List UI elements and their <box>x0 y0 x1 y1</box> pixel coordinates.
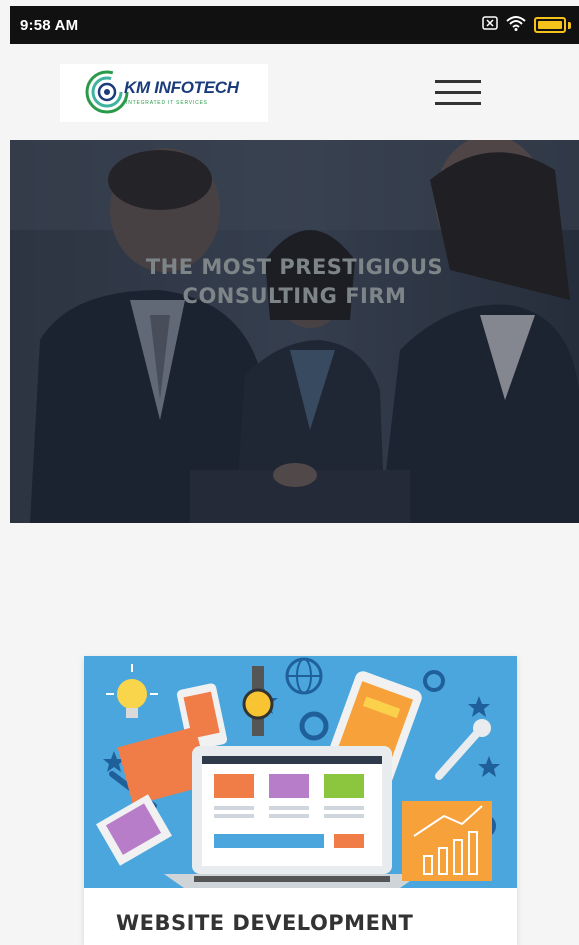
status-icons <box>482 15 571 36</box>
hero-title-line2: CONSULTING FIRM <box>182 284 407 308</box>
hamburger-menu-icon[interactable] <box>435 80 485 112</box>
service-title: WEBSITE DEVELOPMENT <box>116 911 414 935</box>
site-logo[interactable]: KM INFOTECH INTEGRATED IT SERVICES <box>60 64 268 122</box>
website-development-illustration <box>84 656 517 888</box>
logo-title: KM INFOTECH <box>124 78 239 97</box>
sim-card-icon <box>482 15 498 35</box>
wifi-icon <box>506 15 526 36</box>
hero-title: THE MOST PRESTIGIOUS CONSULTING FIRM <box>10 253 579 311</box>
business-people-meeting-photo <box>10 140 579 523</box>
site-header: KM INFOTECH INTEGRATED IT SERVICES <box>10 44 579 140</box>
hero-title-line1: THE MOST PRESTIGIOUS <box>145 255 444 279</box>
hero-banner: THE MOST PRESTIGIOUS CONSULTING FIRM <box>10 140 579 523</box>
battery-nub <box>568 21 571 29</box>
battery-icon <box>534 17 566 33</box>
status-bar: 9:58 AM <box>10 6 579 44</box>
logo-tagline: INTEGRATED IT SERVICES <box>126 100 208 106</box>
service-card-website-development[interactable]: WEBSITE DEVELOPMENT <box>84 656 517 945</box>
status-time: 9:58 AM <box>20 16 79 34</box>
